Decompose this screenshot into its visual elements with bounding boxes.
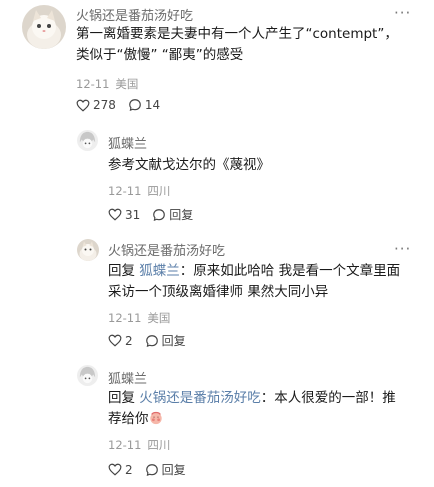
like-button[interactable]: 2 bbox=[108, 334, 133, 348]
reply-meta: 12-11 四川 bbox=[108, 437, 170, 453]
reply-to-user[interactable]: 火锅还是番茄汤好吃 bbox=[139, 390, 261, 406]
comment-text-line-1: 第一离婚要素是夫妻中有一个人产生了“contempt”， bbox=[76, 26, 398, 42]
reply-location: 美国 bbox=[147, 311, 171, 325]
author-name[interactable]: 火锅还是番茄汤好吃 bbox=[76, 5, 193, 24]
comment-bubble-icon bbox=[145, 334, 158, 347]
reply-location: 四川 bbox=[147, 184, 171, 198]
comment-bubble-icon bbox=[129, 99, 141, 112]
reply-meta: 12-11 四川 bbox=[108, 183, 170, 199]
heart-icon bbox=[108, 334, 122, 347]
reply-label: 回复 bbox=[161, 334, 186, 348]
reply-button[interactable]: 回复 bbox=[145, 461, 186, 478]
comment-bubble-icon bbox=[145, 463, 158, 476]
main-comment: 火锅还是番茄汤好吃 ··· 第一离婚要素是夫妻中有一个人产生了“contempt… bbox=[0, 0, 434, 125]
reply-text-line-2: 荐给你 bbox=[108, 409, 163, 430]
heart-icon bbox=[108, 208, 122, 221]
comment-button[interactable]: 14 bbox=[128, 98, 160, 112]
reply-meta: 12-11 美国 bbox=[108, 310, 170, 326]
reply-text-rest: ：原来如此哈哈 我是看一个文章里面 bbox=[179, 263, 401, 279]
reply-date: 12-11 bbox=[108, 184, 142, 198]
anime-avatar-icon bbox=[77, 365, 98, 386]
reply-text-line-1: 回复 火锅还是番茄汤好吃：本人很爱的一部！推 bbox=[108, 388, 396, 409]
author-name[interactable]: 火锅还是番茄汤好吃 bbox=[108, 240, 225, 259]
like-button[interactable]: 2 bbox=[108, 463, 133, 477]
reply-text-line-1: 回复 狐蝶兰：原来如此哈哈 我是看一个文章里面 bbox=[108, 261, 400, 282]
avatar-cat[interactable] bbox=[22, 5, 66, 49]
like-button[interactable]: 31 bbox=[108, 208, 140, 222]
like-count: 2 bbox=[125, 462, 133, 477]
author-name[interactable]: 狐蝶兰 bbox=[108, 133, 147, 152]
reply-button[interactable]: 回复 bbox=[152, 206, 193, 223]
heart-icon bbox=[108, 463, 122, 476]
reply-label: 回复 bbox=[161, 463, 186, 477]
author-name[interactable]: 狐蝶兰 bbox=[108, 368, 147, 387]
more-horizontal-icon[interactable]: ··· bbox=[394, 242, 411, 257]
reply-actions: 2 回复 bbox=[108, 461, 198, 478]
comment-text-line-2: 类似于“傲慢” “鄙夷”的感受 bbox=[76, 47, 244, 63]
reply-date: 12-11 bbox=[108, 438, 142, 452]
like-count: 278 bbox=[93, 98, 116, 112]
comment-count: 14 bbox=[144, 98, 161, 112]
avatar-cat[interactable] bbox=[77, 239, 99, 261]
anime-avatar-icon bbox=[77, 130, 98, 151]
like-button[interactable]: 278 bbox=[76, 98, 116, 112]
cat-avatar-icon bbox=[22, 5, 66, 49]
reply-prefix: 回复 bbox=[108, 263, 135, 279]
reply-date: 12-11 bbox=[108, 311, 142, 325]
reply-item: 狐蝶兰 回复 火锅还是番茄汤好吃：本人很爱的一部！推 荐给你 12-11 四川 2… bbox=[0, 360, 434, 487]
reply-item: 火锅还是番茄汤好吃 ··· 回复 狐蝶兰：原来如此哈哈 我是看一个文章里面 采访… bbox=[0, 235, 434, 360]
comment-actions: 278 14 bbox=[76, 98, 172, 112]
avatar-anime[interactable] bbox=[77, 130, 98, 151]
reply-label: 回复 bbox=[169, 208, 194, 222]
reply-location: 四川 bbox=[147, 438, 171, 452]
reply-prefix: 回复 bbox=[108, 390, 135, 406]
reply-text: 参考文献戈达尔的《蔑视》 bbox=[108, 157, 270, 173]
heart-icon bbox=[76, 99, 90, 112]
reply-text-line-2: 采访一个顶级离婚律师 果然大同小异 bbox=[108, 284, 329, 300]
reply-text-rest: ：本人很爱的一部！推 bbox=[260, 390, 396, 406]
blushing-face-emoji bbox=[149, 411, 162, 425]
more-horizontal-icon[interactable]: ··· bbox=[394, 6, 411, 21]
avatar-anime[interactable] bbox=[77, 365, 98, 386]
like-count: 2 bbox=[125, 333, 133, 348]
reply-actions: 31 回复 bbox=[108, 206, 205, 223]
reply-button[interactable]: 回复 bbox=[145, 332, 186, 349]
comment-meta: 12-11 美国 bbox=[76, 76, 138, 92]
reply-item: 狐蝶兰 参考文献戈达尔的《蔑视》 12-11 四川 31 回复 bbox=[0, 125, 434, 235]
comment-bubble-icon bbox=[153, 208, 166, 221]
comment-location: 美国 bbox=[115, 77, 139, 91]
cat-avatar-icon bbox=[77, 239, 99, 261]
reply-actions: 2 回复 bbox=[108, 332, 198, 349]
comment-date: 12-11 bbox=[76, 77, 110, 91]
reply-text-end: 荐给你 bbox=[108, 411, 149, 427]
like-count: 31 bbox=[125, 207, 141, 222]
reply-to-user[interactable]: 狐蝶兰 bbox=[139, 263, 180, 279]
